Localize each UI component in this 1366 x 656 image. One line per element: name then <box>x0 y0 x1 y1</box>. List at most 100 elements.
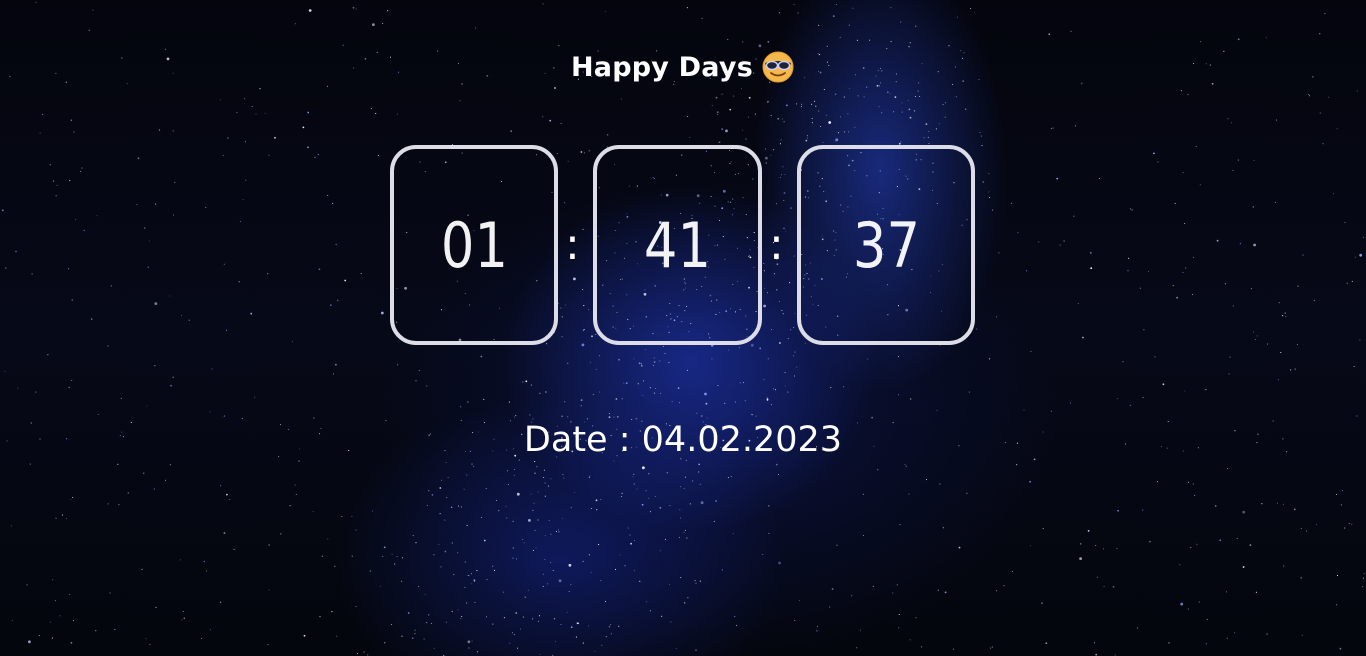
star <box>580 399 583 401</box>
star <box>1116 547 1118 550</box>
star <box>698 471 700 473</box>
star <box>428 490 430 492</box>
star <box>351 515 353 517</box>
star <box>645 490 647 492</box>
star <box>851 595 853 597</box>
star <box>515 415 517 417</box>
star <box>925 479 928 481</box>
star <box>908 493 910 495</box>
star <box>871 416 873 419</box>
star <box>1185 267 1187 269</box>
star <box>711 105 713 107</box>
star <box>886 48 888 50</box>
star <box>1095 653 1098 656</box>
star <box>486 579 488 581</box>
star <box>921 646 923 648</box>
star <box>35 391 37 393</box>
star <box>992 209 994 211</box>
star <box>1228 373 1230 375</box>
star <box>1122 361 1124 363</box>
star <box>91 318 93 320</box>
star <box>250 312 253 315</box>
star <box>806 135 808 137</box>
star <box>925 123 928 125</box>
star <box>444 519 446 521</box>
star <box>548 519 550 522</box>
star <box>1276 502 1279 504</box>
star <box>568 591 570 593</box>
star <box>467 401 469 403</box>
star <box>451 506 453 508</box>
star <box>988 191 990 193</box>
star <box>513 474 515 476</box>
star <box>767 100 769 103</box>
star <box>575 622 578 624</box>
star <box>854 126 856 128</box>
star <box>326 85 328 87</box>
star <box>1359 339 1361 341</box>
star <box>636 488 638 490</box>
star <box>97 413 99 416</box>
star <box>401 580 403 582</box>
star <box>391 623 393 626</box>
star <box>1266 633 1268 635</box>
star <box>706 417 708 419</box>
star <box>394 563 396 565</box>
star <box>506 517 508 519</box>
star <box>1153 152 1155 155</box>
star <box>653 357 655 359</box>
star <box>1149 540 1151 543</box>
star <box>778 561 781 565</box>
star <box>640 363 642 365</box>
star <box>659 550 661 552</box>
star <box>942 527 944 529</box>
star <box>471 463 473 465</box>
star <box>763 379 765 381</box>
star <box>927 136 929 138</box>
star <box>1351 523 1353 525</box>
star <box>1011 571 1013 573</box>
star <box>480 355 483 358</box>
star <box>604 11 606 13</box>
star <box>274 136 276 139</box>
star <box>646 601 648 603</box>
star <box>71 379 73 382</box>
star <box>542 116 544 118</box>
star <box>227 137 229 139</box>
star <box>1190 546 1192 548</box>
star <box>512 520 514 522</box>
star <box>632 476 634 478</box>
star <box>878 85 880 87</box>
star <box>605 636 607 638</box>
star <box>1277 379 1279 381</box>
star <box>767 41 770 43</box>
star <box>640 365 643 367</box>
star <box>1265 37 1267 39</box>
star <box>755 415 757 417</box>
star <box>415 542 417 544</box>
star <box>268 589 270 591</box>
star <box>939 483 941 485</box>
star <box>577 622 579 625</box>
star <box>71 299 74 301</box>
star <box>407 612 410 614</box>
star <box>843 131 845 133</box>
star <box>638 362 641 365</box>
star <box>1267 343 1269 345</box>
star <box>594 650 596 652</box>
star <box>382 23 384 25</box>
star <box>523 542 525 544</box>
star <box>51 637 53 639</box>
star <box>332 373 335 375</box>
star <box>72 620 74 622</box>
star <box>889 93 891 95</box>
star <box>473 579 476 582</box>
star <box>862 534 865 537</box>
star <box>1232 305 1234 307</box>
star <box>255 113 257 115</box>
star <box>680 486 682 488</box>
star <box>684 476 686 478</box>
star <box>468 647 470 649</box>
star <box>856 647 858 649</box>
star <box>525 380 528 383</box>
